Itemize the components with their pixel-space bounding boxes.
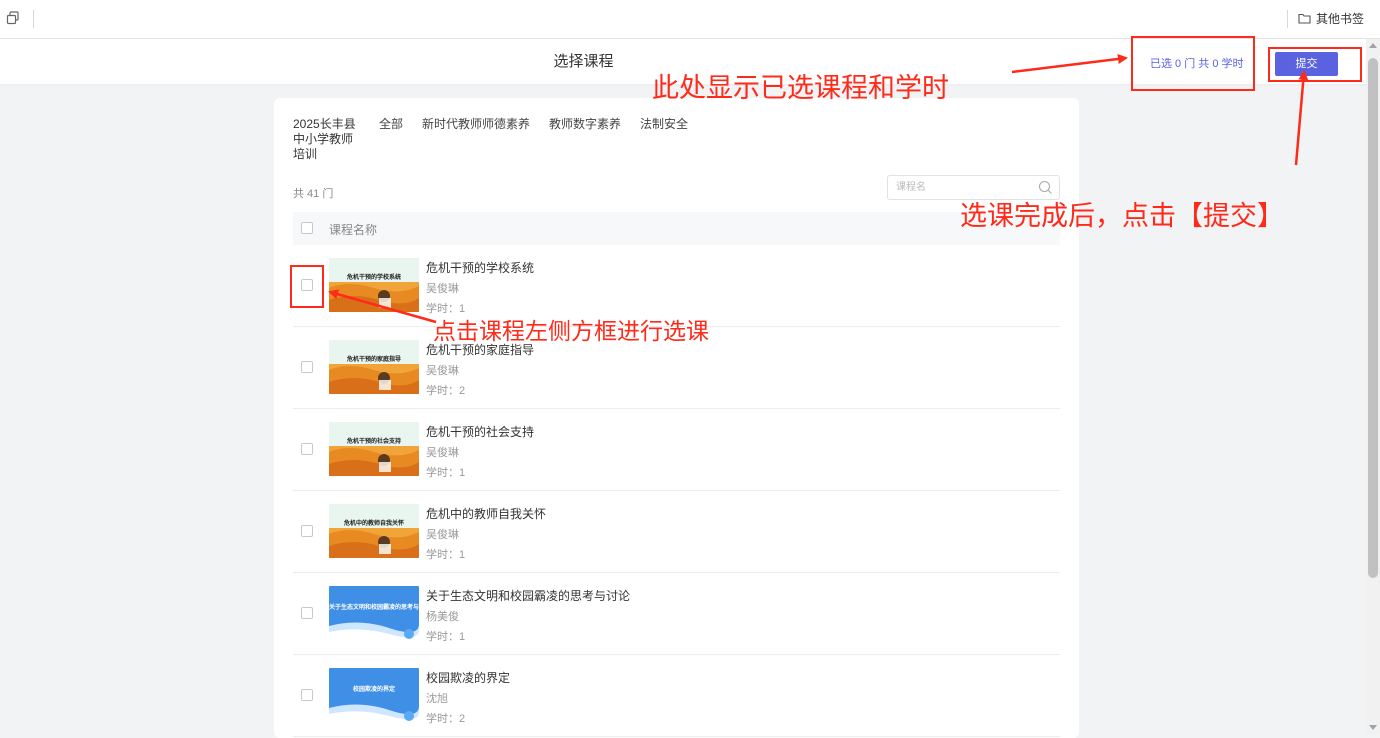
- annotation-box-summary: [1131, 36, 1255, 91]
- tab-digital[interactable]: 教师数字素养: [549, 117, 621, 132]
- course-checkbox[interactable]: [301, 443, 313, 455]
- scroll-down-arrow-icon[interactable]: [1369, 725, 1377, 730]
- course-checkbox[interactable]: [301, 689, 313, 701]
- thumbnail-title: 危机中的教师自我关怀: [343, 521, 404, 527]
- course-hours: 学时：1: [426, 467, 466, 479]
- list-header: 课程名称: [293, 212, 1060, 245]
- category-tabs: 全部 新时代教师师德素养 教师数字素养 法制安全: [379, 117, 707, 132]
- course-checkbox[interactable]: [301, 525, 313, 537]
- course-thumbnail[interactable]: 危机中的教师自我关怀: [329, 504, 419, 558]
- thumbnail-title: 校园欺凌的界定: [352, 687, 395, 693]
- course-row: 校园欺凌的界定 校园欺凌的界定 沈旭 学时：2: [293, 655, 1060, 737]
- course-hours: 学时：1: [426, 549, 466, 561]
- course-checkbox[interactable]: [301, 361, 313, 373]
- thumbnail-title: 关于生态文明和校园霸凌的思考与讨论: [329, 605, 419, 611]
- annotation-box-submit: [1268, 47, 1362, 82]
- course-thumbnail[interactable]: 校园欺凌的界定: [329, 668, 419, 722]
- course-thumbnail[interactable]: 关于生态文明和校园霸凌的思考与讨论: [329, 586, 419, 640]
- tab-all[interactable]: 全部: [379, 117, 403, 132]
- course-title[interactable]: 危机干预的学校系统: [426, 259, 534, 276]
- bookmarks-divider: [1287, 10, 1288, 28]
- course-thumbnail[interactable]: 危机干预的学校系统: [329, 258, 419, 312]
- course-teacher: 吴俊琳: [426, 283, 459, 295]
- course-teacher: 吴俊琳: [426, 529, 459, 541]
- thumbnail-illustration: [329, 422, 419, 476]
- category-title[interactable]: 2025长丰县中小学教师培训: [293, 117, 357, 162]
- thumbnail-title: 危机干预的社会支持: [346, 439, 401, 445]
- course-row: 关于生态文明和校园霸凌的思考与讨论 关于生态文明和校园霸凌的思考与讨论 杨美俊 …: [293, 573, 1060, 655]
- page-scrollbar[interactable]: [1366, 39, 1380, 734]
- course-hours: 学时：2: [426, 385, 466, 397]
- annotation-text-summary: 此处显示已选课程和学时: [652, 73, 949, 104]
- select-all-checkbox[interactable]: [301, 222, 313, 234]
- course-row: 危机干预的社会支持 危机干预的社会支持 吴俊琳 学时：1: [293, 409, 1060, 491]
- annotation-box-checkbox: [290, 265, 324, 308]
- thumbnail-illustration: [329, 668, 419, 722]
- course-row: 危机中的教师自我关怀 危机中的教师自我关怀 吴俊琳 学时：1: [293, 491, 1060, 573]
- thumbnail-title: 危机干预的家庭指导: [346, 357, 401, 363]
- course-title[interactable]: 危机中的教师自我关怀: [426, 505, 546, 522]
- course-title[interactable]: 危机干预的社会支持: [426, 423, 534, 440]
- scroll-up-arrow-icon[interactable]: [1369, 43, 1377, 48]
- course-title[interactable]: 校园欺凌的界定: [426, 669, 510, 686]
- annotation-text-submit: 选课完成后，点击【提交】: [960, 201, 1284, 232]
- thumbnail-illustration: [329, 504, 419, 558]
- tab-ethics[interactable]: 新时代教师师德素养: [422, 117, 530, 132]
- course-teacher: 沈旭: [426, 693, 448, 705]
- course-selection-card: 2025长丰县中小学教师培训 全部 新时代教师师德素养 教师数字素养 法制安全 …: [274, 98, 1079, 738]
- course-teacher: 吴俊琳: [426, 365, 459, 377]
- course-thumbnail[interactable]: 危机干预的家庭指导: [329, 340, 419, 394]
- other-bookmarks-label: 其他书签: [1316, 12, 1365, 26]
- folder-icon: [1298, 13, 1311, 24]
- page-title: 选择课程: [553, 53, 614, 70]
- scroll-thumb[interactable]: [1368, 58, 1378, 578]
- course-title[interactable]: 关于生态文明和校园霸凌的思考与讨论: [426, 587, 630, 604]
- course-teacher: 吴俊琳: [426, 447, 459, 459]
- column-header-course-name: 课程名称: [329, 223, 378, 237]
- annotation-text-checkbox: 点击课程左侧方框进行选课: [433, 319, 709, 345]
- total-count: 共 41 门: [293, 188, 334, 200]
- course-teacher: 杨美俊: [426, 611, 459, 623]
- thumbnail-illustration: [329, 586, 419, 640]
- course-checkbox[interactable]: [301, 607, 313, 619]
- bookmarks-bar: 其他书签: [0, 0, 1380, 39]
- course-hours: 学时：1: [426, 631, 466, 643]
- course-hours: 学时：2: [426, 713, 466, 725]
- bookmarks-divider: [33, 10, 34, 28]
- thumbnail-title: 危机干预的学校系统: [346, 275, 401, 281]
- course-thumbnail[interactable]: 危机干预的社会支持: [329, 422, 419, 476]
- thumbnail-illustration: [329, 340, 419, 394]
- copy-icon[interactable]: [6, 11, 20, 25]
- tab-law-safety[interactable]: 法制安全: [640, 117, 688, 132]
- search-icon[interactable]: [1038, 180, 1053, 195]
- thumbnail-illustration: [329, 258, 419, 312]
- other-bookmarks-button[interactable]: 其他书签: [1298, 10, 1364, 27]
